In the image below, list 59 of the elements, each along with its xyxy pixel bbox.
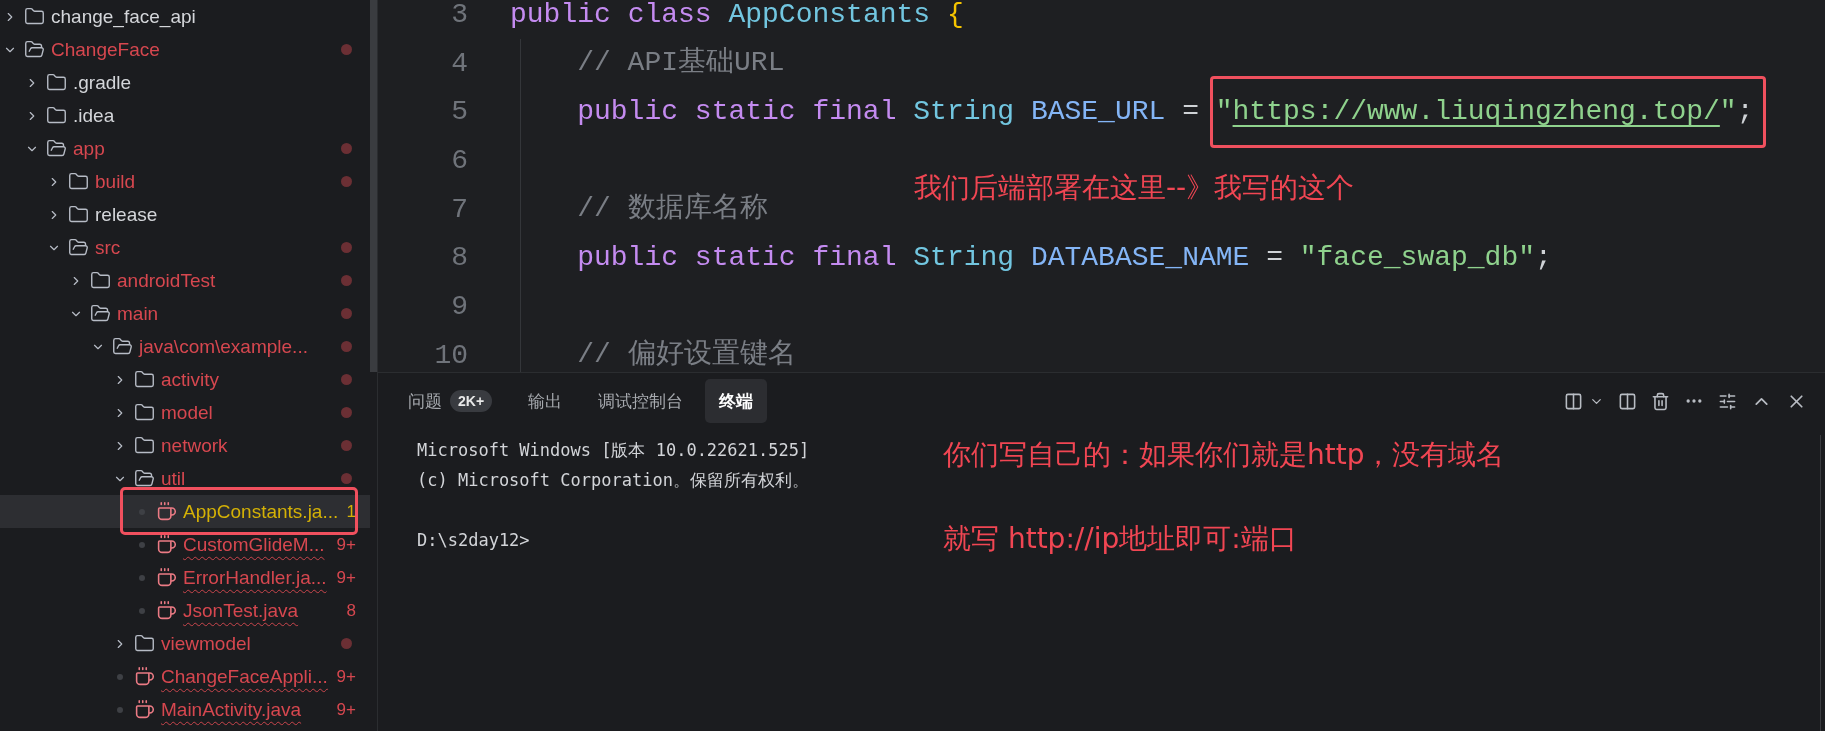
tree-item[interactable]: .gradle (0, 66, 370, 99)
panel-tab[interactable]: 终端 (705, 379, 768, 423)
tree-item[interactable]: release (0, 198, 370, 231)
problem-count: 9+ (336, 534, 356, 555)
line-number: 5 (450, 96, 468, 128)
scrollbar[interactable] (370, 0, 377, 372)
problem-count: 1 (346, 501, 356, 522)
line-number: 7 (450, 193, 468, 225)
split-icon[interactable] (1618, 391, 1637, 411)
tree-item[interactable]: CustomGlideM... 9+ (0, 528, 370, 561)
problem-count: 8 (346, 600, 356, 621)
line-number: 3 (450, 0, 468, 30)
tree-item[interactable]: build (0, 165, 370, 198)
highlighted-code: "https://www.liuqingzheng.top/"; (1209, 75, 1767, 148)
layout-icon[interactable] (1564, 391, 1583, 411)
tree-item[interactable]: network (0, 429, 370, 462)
tree-item[interactable]: model (0, 396, 370, 429)
count-badge: 2K+ (450, 390, 493, 412)
annotation-text: 你们写自己的：如果你们就是http，没有域名 (943, 437, 1505, 473)
tree-item[interactable]: src (0, 231, 370, 264)
tree-item[interactable]: .idea (0, 99, 370, 132)
sliders-icon[interactable] (1718, 391, 1737, 411)
code-line: // 偏好设置键名 (577, 338, 796, 372)
line-number: 8 (450, 242, 468, 274)
problem-count: 9+ (336, 699, 356, 720)
tree-item[interactable]: AppConstants.ja... 1 (0, 495, 370, 528)
tree-item[interactable]: androidTest (0, 264, 370, 297)
code-line: // 数据库名称 (577, 192, 768, 226)
tree-item[interactable]: util (0, 462, 370, 495)
line-number: 10 (433, 339, 468, 371)
code-line: public class AppConstants { (510, 0, 964, 32)
terminal-prompt: D:\s2day12> (417, 529, 530, 552)
line-number: 6 (450, 144, 468, 176)
panel-tab[interactable]: 输出 (514, 379, 577, 423)
terminal-line: (c) Microsoft Corporation。保留所有权利。 (417, 469, 809, 492)
line-number: 9 (450, 290, 468, 322)
panel-tab[interactable]: 调试控制台 (584, 379, 698, 423)
code-line: // API基础URL (577, 46, 785, 80)
tree-item[interactable]: ChangeFace (0, 33, 370, 66)
tree-item[interactable]: change_face_api (0, 0, 370, 33)
code-line: public static final String BASE_URL = (577, 94, 1200, 129)
tree-item[interactable]: activity (0, 363, 370, 396)
tree-item[interactable]: viewmodel (0, 627, 370, 660)
annotation-text: 我们后端部署在这里--》我写的这个 (914, 170, 1355, 206)
tree-item[interactable]: java\com\example... (0, 330, 370, 363)
tree-item[interactable]: ErrorHandler.ja... 9+ (0, 561, 370, 594)
tree-item[interactable]: MainActivity.java 9+ (0, 693, 370, 726)
panel-tab[interactable]: 问题 2K+ (394, 379, 507, 423)
terminal-line: Microsoft Windows [版本 10.0.22621.525] (417, 439, 810, 462)
tree-item[interactable]: JsonTest.java 8 (0, 594, 370, 627)
tree-item[interactable]: main (0, 297, 370, 330)
tree-item[interactable]: ChangeFaceAppli... 9+ (0, 660, 370, 693)
tree-item[interactable]: app (0, 132, 370, 165)
code-line: public static final String DATABASE_NAME = "face_swap_db"; (577, 241, 1552, 275)
problem-count: 9+ (336, 567, 356, 588)
problem-count: 9+ (336, 666, 356, 687)
trash-icon[interactable] (1651, 391, 1670, 411)
annotation-text: 就写 http://ip地址即可:端口 (943, 521, 1297, 557)
line-number: 4 (450, 47, 468, 79)
